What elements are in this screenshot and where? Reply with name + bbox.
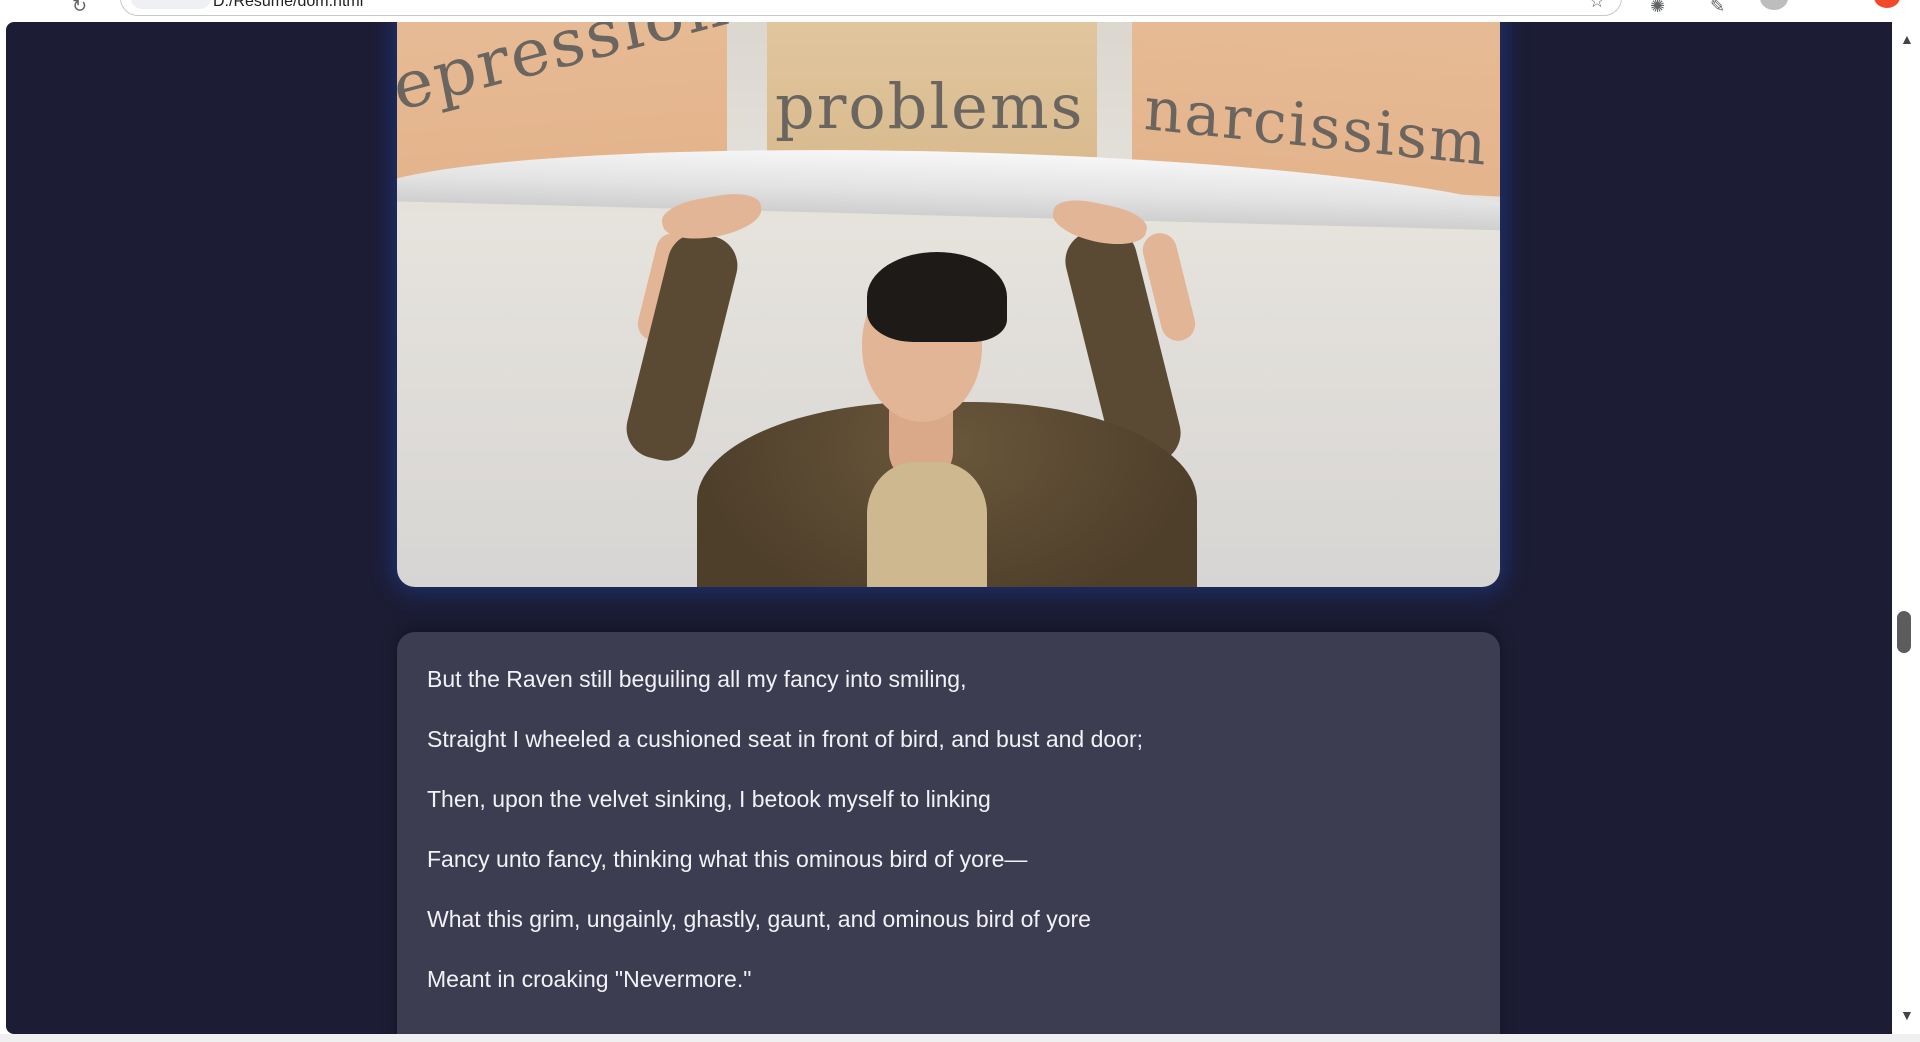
page-viewport: epression problems narcissism But the Ra…	[6, 22, 1892, 1034]
left-sleeve	[620, 226, 744, 468]
browser-toolbar: ↻ D:/Resume/dom.html ☆ ✺ ✎	[0, 0, 1920, 22]
address-bar[interactable]: D:/Resume/dom.html ☆	[120, 0, 1622, 16]
window-bottom-edge	[0, 1034, 1920, 1042]
poem-line: But the Raven still beguiling all my fan…	[427, 666, 967, 692]
pencil-icon[interactable]: ✎	[1710, 0, 1725, 17]
poem-line: Straight I wheeled a cushioned seat in f…	[427, 726, 1144, 752]
puzzle-icon[interactable]: ✺	[1650, 0, 1665, 17]
poem-line: Fancy unto fancy, thinking what this omi…	[427, 846, 1028, 872]
poem-line: Meant in croaking "Nevermore."	[427, 966, 752, 992]
poem-card: But the Raven still beguiling all my fan…	[397, 632, 1500, 1034]
tshirt	[867, 462, 987, 587]
scroll-down-icon[interactable]: ▼	[1900, 1008, 1914, 1022]
url-text[interactable]: D:/Resume/dom.html	[213, 0, 363, 11]
avatar[interactable]	[1760, 0, 1788, 10]
poem-line: Then, upon the velvet sinking, I betook …	[427, 786, 991, 812]
hair	[867, 252, 1007, 342]
site-info-chip[interactable]	[131, 0, 211, 9]
reload-icon[interactable]: ↻	[72, 0, 87, 17]
vertical-scrollbar[interactable]: ▲ ▼	[1892, 22, 1920, 1034]
scrollbar-thumb[interactable]	[1897, 611, 1911, 653]
scroll-up-icon[interactable]: ▲	[1900, 32, 1914, 46]
brand-icon[interactable]	[1874, 0, 1900, 8]
hero-image: epression problems narcissism	[397, 22, 1500, 587]
person-figure	[397, 22, 1500, 587]
star-icon[interactable]: ☆	[1589, 0, 1605, 12]
poem-line: What this grim, ungainly, ghastly, gaunt…	[427, 906, 1091, 932]
